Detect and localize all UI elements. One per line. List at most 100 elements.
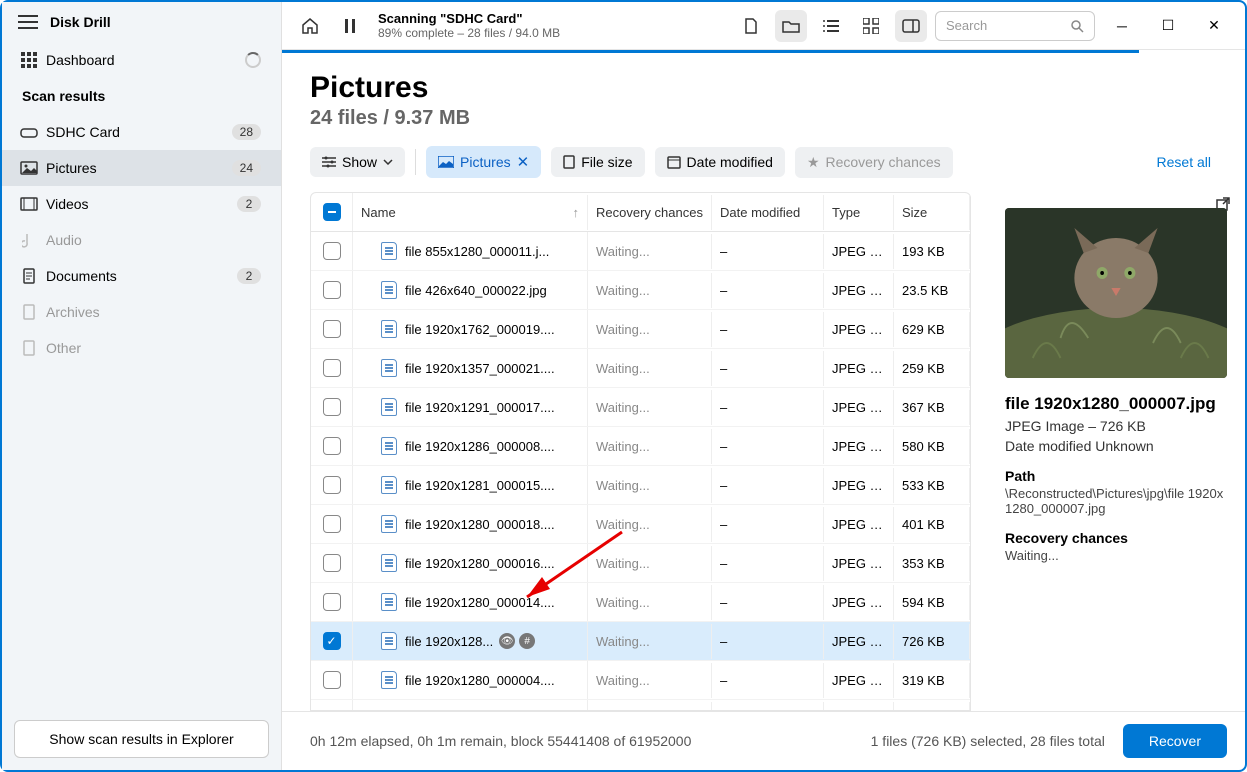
type-cell: JPEG Im... <box>824 234 894 269</box>
row-checkbox[interactable] <box>323 515 341 533</box>
file-icon <box>563 155 575 169</box>
menu-icon[interactable] <box>18 15 38 29</box>
row-checkbox[interactable] <box>323 710 341 711</box>
search-input[interactable]: Search <box>935 11 1095 41</box>
type-cell: JPEG Im... <box>824 546 894 581</box>
star-icon: ★ <box>807 154 820 171</box>
file-icon-button[interactable] <box>735 10 767 42</box>
column-size[interactable]: Size <box>894 195 970 230</box>
count-badge: 28 <box>232 124 261 140</box>
recovery-chances-chip[interactable]: ★ Recovery chances <box>795 147 953 178</box>
table-row[interactable]: file 1920x1280_000016....Waiting...–JPEG… <box>311 544 970 583</box>
preview-path: \Reconstructed\Pictures\jpg\file 1920x12… <box>1005 486 1227 516</box>
recover-button[interactable]: Recover <box>1123 724 1227 758</box>
file-icon <box>381 554 397 572</box>
file-name: file 1920x128... <box>405 634 493 649</box>
footer-status: 0h 12m elapsed, 0h 1m remain, block 5544… <box>310 733 691 749</box>
file-name: file 1920x1762_000019.... <box>405 322 555 337</box>
split-view-button[interactable] <box>895 10 927 42</box>
row-checkbox[interactable] <box>323 359 341 377</box>
sidebar-item-videos[interactable]: Videos 2 <box>2 186 281 222</box>
column-recovery[interactable]: Recovery chances <box>588 195 712 230</box>
chip-label: File size <box>581 154 632 170</box>
file-icon <box>381 671 397 689</box>
table-row[interactable]: file 1920x1291_000017....Waiting...–JPEG… <box>311 388 970 427</box>
sidebar-item-documents[interactable]: Documents 2 <box>2 258 281 294</box>
table-row[interactable]: file 855x1280_000011.j...Waiting...–JPEG… <box>311 232 970 271</box>
folder-view-button[interactable] <box>775 10 807 42</box>
recovery-cell: Waiting... <box>588 546 712 581</box>
table-row[interactable]: file 1920x1281_000015....Waiting...–JPEG… <box>311 466 970 505</box>
date-modified-chip[interactable]: Date modified <box>655 147 785 177</box>
pause-button[interactable] <box>334 10 366 42</box>
table-row[interactable]: file 1920x1280_000018....Waiting...–JPEG… <box>311 505 970 544</box>
sort-arrow-icon: ↑ <box>573 205 580 220</box>
type-cell: JPEG Im... <box>824 312 894 347</box>
table-row[interactable]: file 1920x1280_000014....Waiting...–JPEG… <box>311 583 970 622</box>
row-checkbox[interactable]: ✓ <box>323 632 341 650</box>
row-checkbox[interactable] <box>323 437 341 455</box>
chip-label: Pictures <box>460 154 511 170</box>
preview-date: Date modified Unknown <box>1005 438 1227 454</box>
preview-meta: JPEG Image – 726 KB <box>1005 418 1227 434</box>
reset-all-link[interactable]: Reset all <box>1157 154 1217 170</box>
table-body[interactable]: file 855x1280_000011.j...Waiting...–JPEG… <box>310 232 971 711</box>
row-checkbox[interactable] <box>323 593 341 611</box>
row-checkbox[interactable] <box>323 476 341 494</box>
maximize-button[interactable]: ☐ <box>1149 11 1187 41</box>
file-icon <box>381 398 397 416</box>
file-size-chip[interactable]: File size <box>551 147 644 177</box>
table-row[interactable]: file 426x640_000022.jpgWaiting...–JPEG I… <box>311 271 970 310</box>
table-header: Name↑ Recovery chances Date modified Typ… <box>310 192 971 232</box>
select-all-checkbox[interactable] <box>323 203 341 221</box>
table-row[interactable]: file 1920x1286_000008....Waiting...–JPEG… <box>311 427 970 466</box>
date-cell: – <box>712 585 824 620</box>
sidebar-item-dashboard[interactable]: Dashboard <box>2 42 281 78</box>
row-checkbox[interactable] <box>323 281 341 299</box>
sidebar-section-header: Scan results <box>2 78 281 114</box>
row-checkbox[interactable] <box>323 554 341 572</box>
row-checkbox[interactable] <box>323 671 341 689</box>
grid-view-button[interactable] <box>855 10 887 42</box>
sidebar-item-archives[interactable]: Archives <box>2 294 281 330</box>
date-cell: – <box>712 702 824 712</box>
date-cell: – <box>712 390 824 425</box>
minimize-button[interactable]: ─ <box>1103 11 1141 41</box>
sidebar-item-audio[interactable]: Audio <box>2 222 281 258</box>
file-icon <box>381 476 397 494</box>
size-cell: 259 KB <box>894 351 970 386</box>
file-name: file 855x1280_000011.j... <box>405 244 549 259</box>
file-name: file 426x640_000022.jpg <box>405 283 547 298</box>
column-date[interactable]: Date modified <box>712 195 824 230</box>
sidebar-item-sdhc[interactable]: SDHC Card 28 <box>2 114 281 150</box>
file-icon <box>381 242 397 260</box>
date-cell: – <box>712 273 824 308</box>
row-checkbox[interactable] <box>323 398 341 416</box>
home-button[interactable] <box>294 10 326 42</box>
show-filter-button[interactable]: Show <box>310 147 405 177</box>
list-view-button[interactable] <box>815 10 847 42</box>
show-in-explorer-button[interactable]: Show scan results in Explorer <box>14 720 269 758</box>
column-type[interactable]: Type <box>824 195 894 230</box>
hex-icon[interactable]: # <box>519 633 535 649</box>
archives-icon <box>20 303 38 321</box>
close-chip-icon[interactable]: ✕ <box>517 153 530 171</box>
table-row[interactable]: file 1920x1280_000004....Waiting...–JPEG… <box>311 661 970 700</box>
table-row[interactable]: file 1920x1762_000019....Waiting...–JPEG… <box>311 310 970 349</box>
table-row[interactable]: file 1920x1357_000021....Waiting...–JPEG… <box>311 349 970 388</box>
row-checkbox[interactable] <box>323 242 341 260</box>
table-row[interactable]: ✓file 1920x128...👁#Waiting...–JPEG Im...… <box>311 622 970 661</box>
row-checkbox[interactable] <box>323 320 341 338</box>
sidebar-item-pictures[interactable]: Pictures 24 <box>2 150 281 186</box>
file-name: file 1920x1280_000018.... <box>405 517 555 532</box>
column-name[interactable]: Name↑ <box>353 195 588 230</box>
selection-status: 1 files (726 KB) selected, 28 files tota… <box>871 733 1105 749</box>
sidebar-item-label: Videos <box>46 196 89 212</box>
sidebar-item-other[interactable]: Other <box>2 330 281 366</box>
close-button[interactable]: ✕ <box>1195 11 1233 41</box>
pictures-chip[interactable]: Pictures ✕ <box>426 146 541 178</box>
preview-icon[interactable]: 👁 <box>499 633 515 649</box>
size-cell: 23.5 KB <box>894 273 970 308</box>
table-row[interactable]: file 1920x1280_000002....Waiting...–JPEG… <box>311 700 970 711</box>
file-name: file 1920x1357_000021.... <box>405 361 555 376</box>
